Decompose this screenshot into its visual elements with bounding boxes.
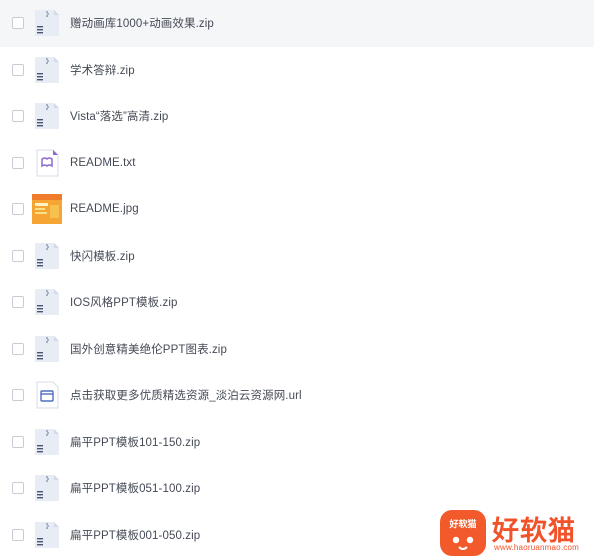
row-checkbox[interactable]	[12, 389, 24, 402]
file-name[interactable]: 赠动画库1000+动画效果.zip	[70, 15, 214, 31]
file-name[interactable]: 学术答辩.zip	[70, 62, 135, 78]
file-row[interactable]: 快闪模板.zip	[0, 233, 594, 280]
zip-file-icon[interactable]	[32, 520, 62, 550]
file-name[interactable]: IOS风格PPT模板.zip	[70, 294, 177, 310]
file-name[interactable]: README.txt	[70, 157, 136, 169]
zip-file-icon[interactable]	[32, 101, 62, 131]
zip-file-icon[interactable]	[32, 241, 62, 271]
file-list: 赠动画库1000+动画效果.zip 学术答辩.zip Vista“落选”高清.zip…	[0, 0, 594, 558]
file-name[interactable]: 国外创意精美绝伦PPT图表.zip	[70, 341, 227, 357]
row-checkbox[interactable]	[12, 249, 24, 262]
row-checkbox[interactable]	[12, 17, 24, 30]
row-checkbox[interactable]	[12, 528, 24, 541]
file-name[interactable]: 快闪模板.zip	[70, 248, 135, 264]
file-row[interactable]: 学术答辩.zip	[0, 47, 594, 94]
row-checkbox[interactable]	[12, 482, 24, 495]
zip-file-icon[interactable]	[32, 287, 62, 317]
row-checkbox[interactable]	[12, 110, 24, 123]
watermark-logo: 好软猫 好软猫 www.haoruanmao.com	[438, 506, 594, 559]
file-row[interactable]: 点击获取更多优质精选资源_淡泊云资源网.url	[0, 372, 594, 419]
file-name[interactable]: 扁平PPT模板001-050.zip	[70, 527, 200, 543]
row-checkbox[interactable]	[12, 435, 24, 448]
text-file-icon[interactable]	[32, 148, 62, 178]
logo-url: www.haoruanmao.com	[494, 543, 579, 552]
file-name[interactable]: 点击获取更多优质精选资源_淡泊云资源网.url	[70, 387, 302, 403]
zip-file-icon[interactable]	[32, 55, 62, 85]
image-thumbnail-icon[interactable]	[32, 194, 62, 225]
file-name[interactable]: 扁平PPT模板101-150.zip	[70, 434, 200, 450]
zip-file-icon[interactable]	[32, 473, 62, 503]
file-list-page: 赠动画库1000+动画效果.zip 学术答辩.zip Vista“落选”高清.zip…	[0, 0, 594, 559]
row-checkbox[interactable]	[12, 203, 24, 216]
file-row[interactable]: IOS风格PPT模板.zip	[0, 279, 594, 326]
url-file-icon[interactable]	[32, 380, 62, 410]
file-row[interactable]: README.jpg	[0, 186, 594, 233]
file-row[interactable]: 赠动画库1000+动画效果.zip	[0, 0, 594, 47]
file-name[interactable]: README.jpg	[70, 203, 139, 215]
file-name[interactable]: 扁平PPT模板051-100.zip	[70, 480, 200, 496]
file-row[interactable]: 扁平PPT模板101-150.zip	[0, 419, 594, 466]
row-checkbox[interactable]	[12, 156, 24, 169]
row-checkbox[interactable]	[12, 342, 24, 355]
row-checkbox[interactable]	[12, 63, 24, 76]
file-name[interactable]: Vista“落选”高清.zip	[70, 108, 168, 124]
zip-file-icon[interactable]	[32, 427, 62, 457]
zip-file-icon[interactable]	[32, 334, 62, 364]
file-row[interactable]: 国外创意精美绝伦PPT图表.zip	[0, 326, 594, 373]
file-row[interactable]: 扁平PPT模板051-100.zip	[0, 465, 594, 512]
file-row[interactable]: README.txt	[0, 140, 594, 187]
cat-logo-icon: 好软猫	[440, 510, 486, 556]
row-checkbox[interactable]	[12, 296, 24, 309]
file-row[interactable]: Vista“落选”高清.zip	[0, 93, 594, 140]
zip-file-icon[interactable]	[32, 8, 62, 38]
